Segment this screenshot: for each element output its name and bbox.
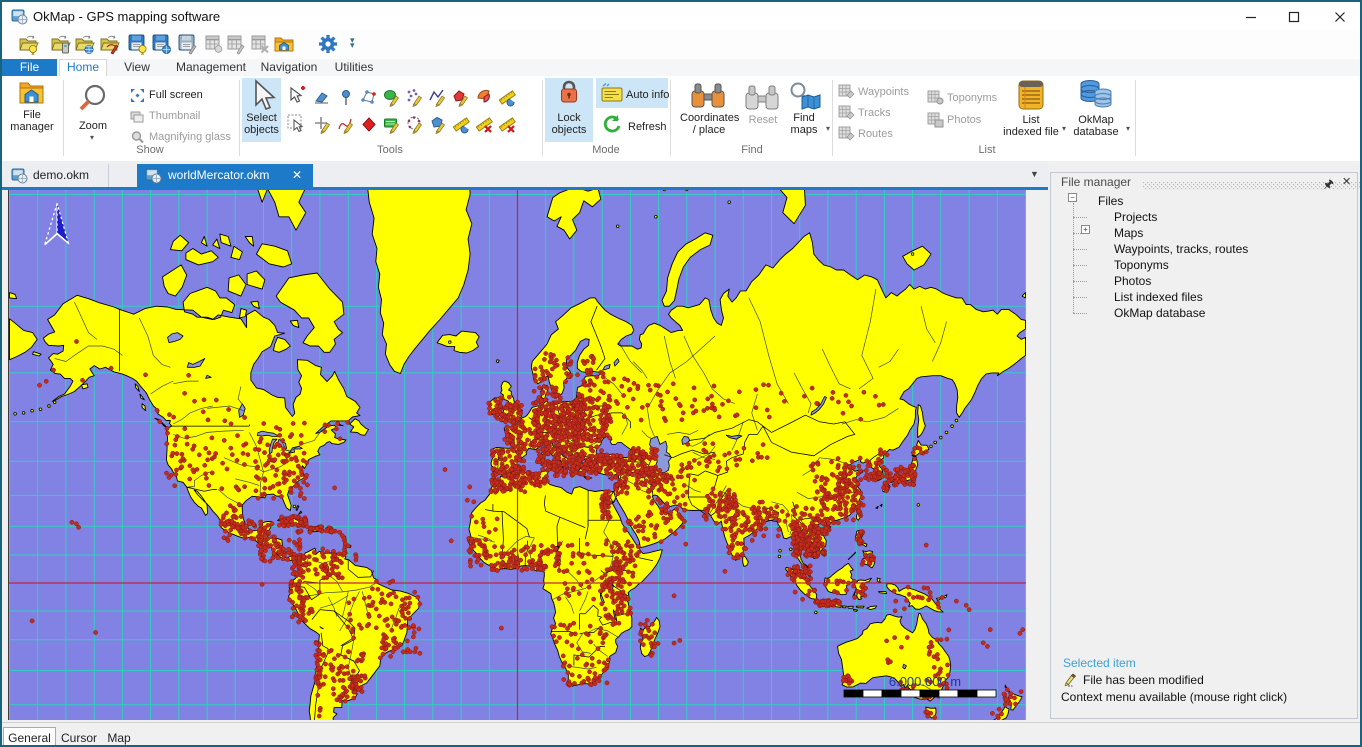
svg-text:6.000.000 m: 6.000.000 m <box>889 674 961 689</box>
